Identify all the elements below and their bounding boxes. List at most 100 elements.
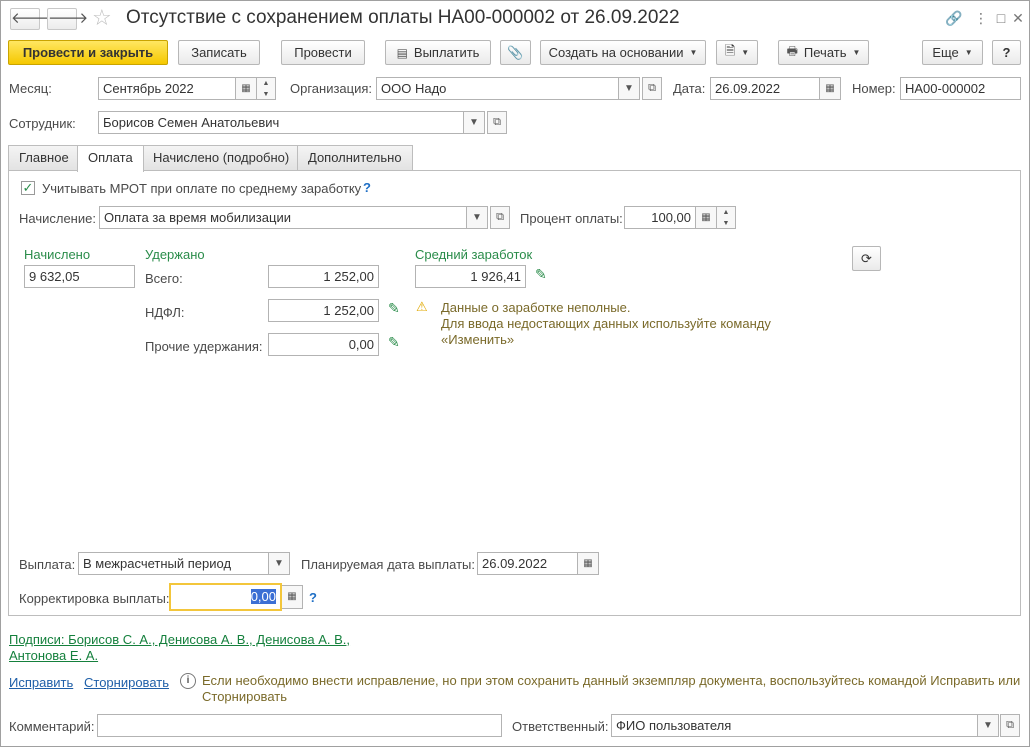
number-label: Номер: xyxy=(852,81,896,96)
info-text-line-2: Сторнировать xyxy=(202,689,287,704)
planned-date-label: Планируемая дата выплаты: xyxy=(301,557,475,572)
payout-label: Выплата: xyxy=(19,557,76,572)
comment-field[interactable] xyxy=(97,714,502,737)
planned-date-field[interactable]: 26.09.2022 xyxy=(477,552,578,575)
mrot-checkbox[interactable]: ✓ xyxy=(21,181,35,195)
close-icon[interactable]: ✕ xyxy=(1007,8,1029,28)
calendar-icon[interactable]: ▦ xyxy=(820,77,841,100)
signatures-link[interactable]: Подписи: Борисов С. А., Денисова А. В., … xyxy=(9,632,350,647)
attach-button[interactable]: 📎 xyxy=(500,40,531,65)
payout-field[interactable]: В межрасчетный период xyxy=(78,552,269,575)
tab-payment[interactable]: Оплата xyxy=(77,145,144,172)
more-button[interactable]: Еще ▼ xyxy=(922,40,983,65)
ndfl-field[interactable]: 1 252,00 xyxy=(268,299,379,322)
date-field[interactable]: 26.09.2022 xyxy=(710,77,820,100)
refresh-button[interactable]: ⟳ xyxy=(852,246,881,271)
accrued-field[interactable]: 9 632,05 xyxy=(24,265,135,288)
reverse-link[interactable]: Сторнировать xyxy=(84,675,169,690)
open-icon[interactable]: ⧉ xyxy=(642,77,662,100)
responsible-field[interactable]: ФИО пользователя xyxy=(611,714,978,737)
avg-earnings-field[interactable]: 1 926,41 xyxy=(415,265,526,288)
document-icon: ▤ xyxy=(396,45,408,60)
doc-structure-icon: 🗎 xyxy=(724,42,736,58)
help-question-icon[interactable]: ? xyxy=(309,590,317,605)
calculator-icon[interactable]: ▦ xyxy=(282,585,303,609)
open-icon[interactable]: ⧉ xyxy=(487,111,507,134)
pencil-icon[interactable]: ✎ xyxy=(388,300,400,317)
printer-icon: 🖶 xyxy=(786,44,798,58)
favorite-star-icon[interactable]: ☆ xyxy=(92,5,112,31)
dropdown-icon[interactable]: ▼ xyxy=(464,111,485,134)
date-label: Дата: xyxy=(673,81,706,96)
organization-field[interactable]: ООО Надо xyxy=(376,77,619,100)
spin-down-icon[interactable]: ▼ xyxy=(257,89,275,100)
mrot-label: Учитывать МРОТ при оплате по среднему за… xyxy=(42,181,362,196)
spin-down-icon[interactable]: ▼ xyxy=(717,218,735,229)
spin-up-icon[interactable]: ▲ xyxy=(717,207,735,218)
number-field[interactable]: НА00-000002 xyxy=(900,77,1021,100)
other-deductions-field[interactable]: 0,00 xyxy=(268,333,379,356)
employee-field[interactable]: Борисов Семен Анатольевич xyxy=(98,111,464,134)
signatures-link-continued[interactable]: Антонова Е. А. xyxy=(9,648,98,663)
calendar-icon[interactable]: ▦ xyxy=(236,77,257,100)
related-docs-button[interactable]: 🗎 ▼ xyxy=(716,40,758,65)
withheld-header: Удержано xyxy=(145,247,205,262)
info-icon: i xyxy=(180,673,196,689)
post-button[interactable]: Провести xyxy=(281,40,365,65)
create-based-on-button[interactable]: Создать на основании ▼ xyxy=(540,40,706,65)
menu-dots-icon[interactable]: ⋮ xyxy=(970,8,992,28)
pencil-icon[interactable]: ✎ xyxy=(535,266,547,283)
caret-down-icon: ▼ xyxy=(741,48,750,57)
dropdown-icon[interactable]: ▼ xyxy=(269,552,290,575)
back-button[interactable]: 🡐 xyxy=(10,8,51,30)
pay-button[interactable]: ▤ Выплатить xyxy=(385,40,491,65)
total-label: Всего: xyxy=(145,271,183,286)
help-button[interactable]: ? xyxy=(992,40,1021,65)
paperclip-icon: 📎 xyxy=(507,44,524,60)
warning-line-2: Для ввода недостающих данных используйте… xyxy=(441,316,771,331)
correction-label: Корректировка выплаты: xyxy=(19,591,170,606)
organization-label: Организация: xyxy=(290,81,373,96)
tab-additional[interactable]: Дополнительно xyxy=(297,145,413,171)
help-question-icon[interactable]: ? xyxy=(363,180,371,195)
warning-line-1: Данные о заработке неполные. xyxy=(441,300,631,315)
dropdown-icon[interactable]: ▼ xyxy=(467,206,488,229)
correction-field[interactable]: 0,00 xyxy=(169,583,282,611)
avg-earnings-header: Средний заработок xyxy=(415,247,533,262)
caret-down-icon: ▼ xyxy=(964,48,973,57)
arrow-right-icon: 🡒 xyxy=(48,10,89,27)
caret-down-icon: ▼ xyxy=(852,48,861,57)
month-spinner[interactable]: ▲ ▼ xyxy=(257,77,276,100)
forward-button[interactable]: 🡒 xyxy=(47,8,88,30)
caret-down-icon: ▼ xyxy=(689,48,698,57)
pencil-icon[interactable]: ✎ xyxy=(388,334,400,351)
percent-field[interactable]: 100,00 xyxy=(624,206,696,229)
open-icon[interactable]: ⧉ xyxy=(1000,714,1020,737)
fix-link[interactable]: Исправить xyxy=(9,675,73,690)
month-field[interactable]: Сентябрь 2022 xyxy=(98,77,236,100)
calculator-icon[interactable]: ▦ xyxy=(696,206,717,229)
comment-label: Комментарий: xyxy=(9,719,95,734)
refresh-icon: ⟳ xyxy=(861,250,872,266)
tab-accrued-detail[interactable]: Начислено (подробно) xyxy=(142,145,301,171)
print-button[interactable]: 🖶 Печать ▼ xyxy=(778,40,869,65)
warning-line-3: «Изменить» xyxy=(441,332,515,347)
calendar-icon[interactable]: ▦ xyxy=(578,552,599,575)
responsible-label: Ответственный: xyxy=(512,719,609,734)
page-title: Отсутствие с сохранением оплаты НА00-000… xyxy=(126,7,680,28)
dropdown-icon[interactable]: ▼ xyxy=(619,77,640,100)
dropdown-icon[interactable]: ▼ xyxy=(978,714,999,737)
arrow-left-icon: 🡐 xyxy=(11,10,52,27)
ndfl-label: НДФЛ: xyxy=(145,305,185,320)
total-field[interactable]: 1 252,00 xyxy=(268,265,379,288)
employee-label: Сотрудник: xyxy=(9,116,76,131)
post-and-close-button[interactable]: Провести и закрыть xyxy=(8,40,168,65)
percent-spinner[interactable]: ▲ ▼ xyxy=(717,206,736,229)
tab-main[interactable]: Главное xyxy=(8,145,80,171)
link-icon[interactable]: 🔗 xyxy=(943,8,965,28)
accrued-header: Начислено xyxy=(24,247,91,262)
save-button[interactable]: Записать xyxy=(178,40,260,65)
spin-up-icon[interactable]: ▲ xyxy=(257,78,275,89)
accrual-field[interactable]: Оплата за время мобилизации xyxy=(99,206,467,229)
open-icon[interactable]: ⧉ xyxy=(490,206,510,229)
